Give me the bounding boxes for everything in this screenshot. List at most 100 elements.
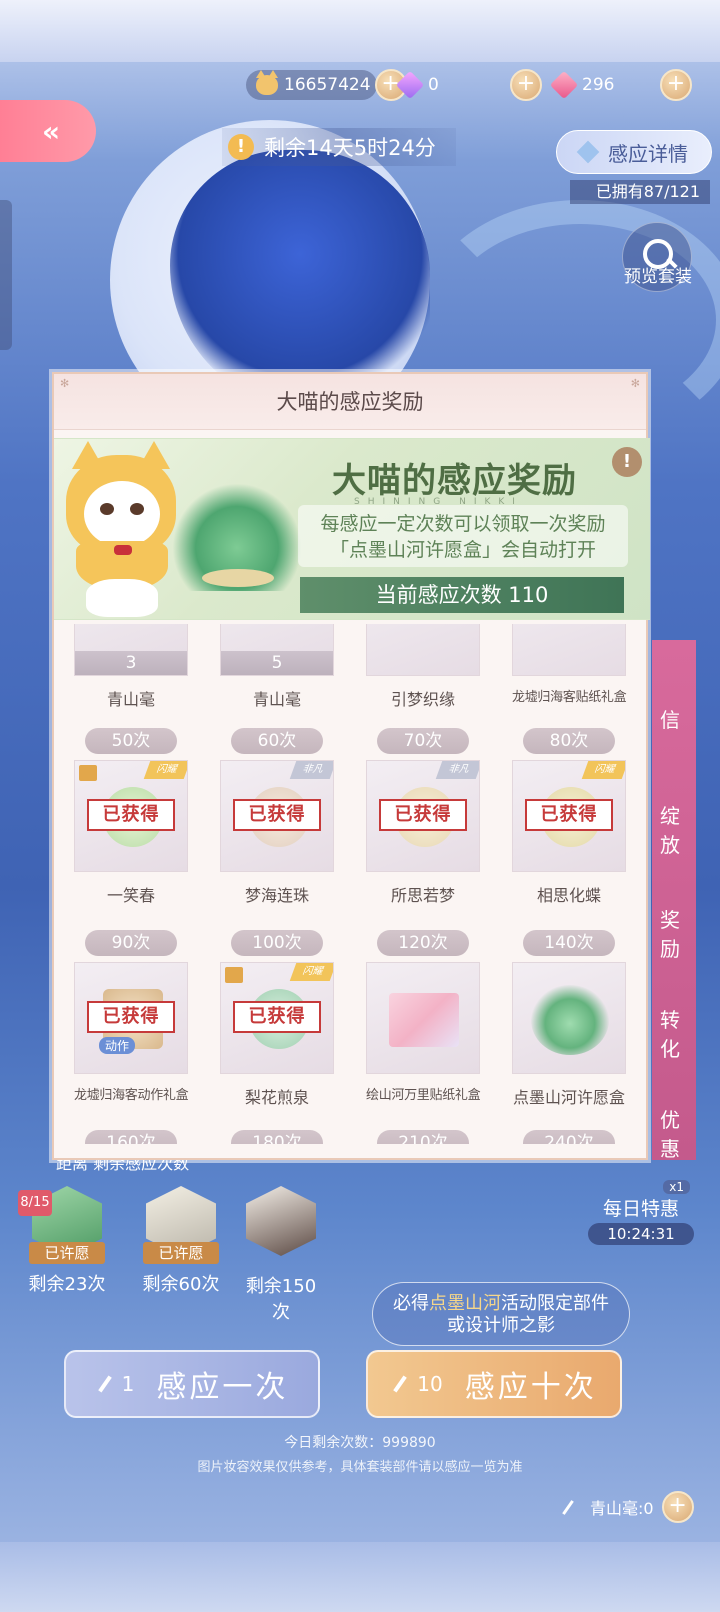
reward-name: 龙墟归海客动作礼盒	[74, 1088, 189, 1103]
guarantee-highlight: 点墨山河	[429, 1293, 501, 1314]
reward-name: 点墨山河许愿盒	[512, 1088, 625, 1107]
induction-detail-button[interactable]: 感应详情	[556, 130, 712, 174]
induct-ten-cost: 10	[417, 1372, 443, 1396]
wish-slot-1-remaining: 剩余23次	[28, 1274, 106, 1295]
modal-title: 大喵的感应奖励	[54, 374, 646, 430]
banner-desc-line1: 每感应一定次数可以领取一次奖励	[320, 513, 606, 535]
back-button[interactable]: «	[0, 100, 96, 162]
strip-text-3: 奖励	[660, 908, 680, 961]
daily-special[interactable]: x1 每日特惠 10:24:31	[588, 1180, 694, 1245]
event-timer: ! 剩余14天5时24分	[222, 128, 456, 166]
reward-item[interactable]: 龙墟归海客贴纸礼盒	[512, 624, 627, 705]
reward-item-box: 闪耀 已获得	[220, 962, 334, 1074]
reward-qty: 5	[221, 651, 333, 675]
brush-icon	[393, 1375, 408, 1393]
reward-name: 所思若梦	[390, 886, 455, 905]
reward-item-box	[512, 962, 626, 1074]
add-crystals-wrap: +	[660, 68, 692, 102]
threshold-label: 240次	[523, 1130, 615, 1144]
brush-count-text: 青山毫:0	[590, 1499, 654, 1518]
reward-item[interactable]: 闪耀 已获得 一笑春	[74, 760, 188, 906]
reward-item-box	[366, 962, 480, 1074]
reward-name: 青山毫	[106, 690, 155, 709]
current-induction-count: 当前感应次数 110	[300, 577, 624, 613]
owned-count: 已拥有87/121	[570, 180, 710, 204]
crystal-amount: 296	[582, 75, 615, 95]
detail-button-label: 感应详情	[608, 141, 688, 166]
reward-item-box	[512, 624, 626, 676]
reward-item-box: 闪耀 已获得	[512, 760, 626, 872]
rarity-tag: 非凡	[289, 761, 333, 779]
obtained-stamp: 已获得	[233, 799, 321, 831]
today-remaining: 今日剩余次数：999890	[284, 1435, 436, 1451]
banner-title: 大喵的感应奖励	[332, 461, 577, 501]
wish-box-art	[172, 483, 302, 591]
wish-slot-2[interactable]: 已许愿 剩余60次	[138, 1186, 224, 1296]
reward-item[interactable]: 非凡 已获得 所思若梦	[366, 760, 480, 906]
induct-ten-button[interactable]: 10 感应十次	[366, 1350, 622, 1418]
reward-item[interactable]: 引梦织缘	[366, 624, 480, 710]
reward-item[interactable]: 闪耀 已获得 相思化蝶	[512, 760, 626, 906]
threshold-label: 140次	[523, 930, 615, 956]
reward-item-box: 5	[220, 624, 334, 676]
disclaimer-text: 图片妆容效果仅供参考，具体套装部件请以感应一览为准	[197, 1460, 523, 1475]
guarantee-post: 活动限定部件	[501, 1293, 609, 1314]
reward-item-box: 3	[74, 624, 188, 676]
coin-amount: 16657424	[284, 75, 371, 95]
gem-icon	[576, 140, 600, 164]
threshold-label: 100次	[231, 930, 323, 956]
daily-title: 每日特惠	[602, 1198, 679, 1220]
add-crystals-button[interactable]: +	[660, 69, 692, 101]
purple-diamond-icon	[395, 70, 425, 100]
info-icon[interactable]: !	[612, 447, 642, 477]
reward-name: 梦海连珠	[244, 886, 309, 905]
reward-qty: 3	[75, 651, 187, 675]
reward-item[interactable]: 已获得 动作 龙墟归海客动作礼盒	[74, 962, 189, 1103]
banner-desc-line2: 「点墨山河许愿盒」会自动打开	[329, 539, 596, 561]
add-diamonds-button[interactable]: +	[510, 69, 542, 101]
diamond-counter: 0	[395, 68, 439, 102]
brush-icon	[97, 1375, 112, 1393]
reward-item[interactable]: 3 青山毫	[74, 624, 188, 710]
reward-banner: 大喵的感应奖励 SHINING NIKKI 每感应一定次数可以领取一次奖励 「点…	[54, 438, 650, 620]
induct-once-button[interactable]: 1 感应一次	[64, 1350, 320, 1418]
gift-icon	[79, 765, 97, 781]
time-left-text: 剩余14天5时24分	[264, 136, 436, 160]
reward-item[interactable]: 5 青山毫	[220, 624, 334, 710]
wish-slot-3-remaining: 剩余150次	[245, 1276, 317, 1323]
threshold-label: 70次	[377, 728, 469, 754]
wish-slot-3-art	[246, 1186, 316, 1256]
induct-ten-label: 感应十次	[464, 1370, 597, 1405]
reward-modal: 大喵的感应奖励 大喵的感应奖励 SHINING NIKKI 每感应一定次数可以领…	[52, 372, 650, 1160]
reward-name: 青山毫	[252, 690, 301, 709]
coin-counter: 16657424 +	[246, 68, 407, 102]
reward-name: 一笑春	[106, 886, 155, 905]
cat-coin-icon	[256, 70, 278, 95]
reward-item-box: 非凡 已获得	[366, 760, 480, 872]
wish-slot-1-status: 已许愿	[29, 1242, 105, 1264]
diamond-amount: 0	[428, 75, 439, 95]
reward-name: 相思化蝶	[536, 886, 601, 905]
threshold-label: 160次	[85, 1130, 177, 1144]
pink-crystal-icon	[549, 70, 579, 100]
strip-text-4: 转化	[660, 1008, 680, 1061]
threshold-label: 90次	[85, 930, 177, 956]
reward-item[interactable]: 点墨山河许愿盒	[512, 962, 626, 1108]
threshold-label: 80次	[523, 728, 615, 754]
reward-item[interactable]: 闪耀 已获得 梨花煎泉	[220, 962, 334, 1108]
induct-once-cost: 1	[121, 1372, 135, 1396]
threshold-label: 50次	[85, 728, 177, 754]
obtained-stamp: 已获得	[525, 799, 613, 831]
right-event-strip[interactable]: 信 绽放 奖励 转化 优惠	[652, 640, 696, 1161]
add-brush-button[interactable]: +	[661, 1491, 694, 1523]
reward-item[interactable]: 非凡 已获得 梦海连珠	[220, 760, 334, 906]
wish-progress-badge: 8/15	[18, 1190, 52, 1216]
reward-item-box: 已获得 动作	[74, 962, 188, 1074]
left-side-tab[interactable]	[0, 200, 12, 350]
reward-item[interactable]: 绘山河万里贴纸礼盒	[366, 962, 481, 1103]
crystal-counter: 296	[549, 68, 615, 102]
guarantee-banner: 必得点墨山河活动限定部件 或设计师之影	[372, 1282, 630, 1346]
reward-grid[interactable]: 3 青山毫 5 青山毫 引梦织缘 龙墟归海客贴纸礼盒 50次 60次 70次 8…	[54, 624, 650, 1144]
wish-box-art	[531, 985, 609, 1055]
wish-slot-3[interactable]: 剩余150次	[238, 1186, 324, 1324]
